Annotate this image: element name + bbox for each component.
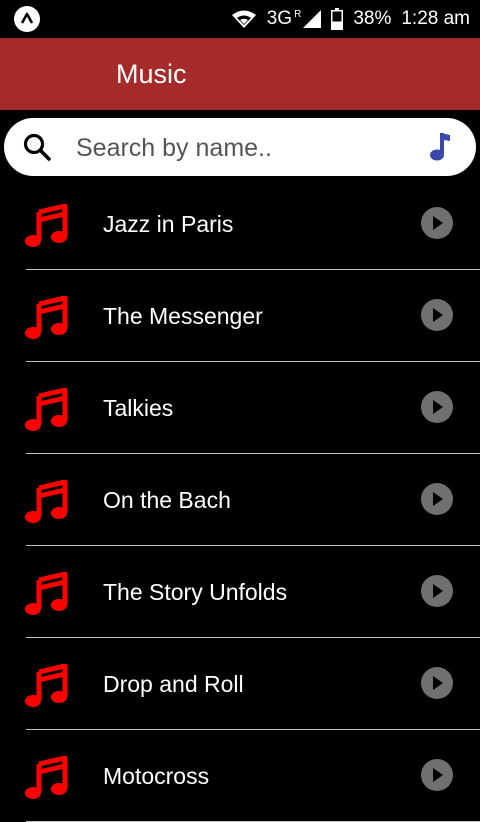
song-list: Jazz in Paris The Messenger Talkies On t… bbox=[0, 178, 480, 822]
signal-icon bbox=[303, 10, 322, 28]
music-note-icon bbox=[25, 664, 68, 707]
page-title: Music bbox=[116, 59, 187, 89]
music-note-icon bbox=[25, 296, 68, 339]
song-row[interactable]: Jazz in Paris bbox=[0, 178, 480, 270]
roaming-indicator: R bbox=[294, 8, 302, 20]
song-row[interactable]: The Messenger bbox=[0, 270, 480, 362]
network-type: 3G bbox=[266, 8, 293, 29]
song-title: On the Bach bbox=[103, 487, 231, 513]
music-note-icon bbox=[25, 204, 68, 247]
music-note-icon bbox=[25, 572, 68, 615]
song-title: Jazz in Paris bbox=[103, 211, 234, 237]
song-title: Talkies bbox=[103, 395, 174, 421]
play-icon[interactable] bbox=[421, 207, 453, 239]
music-note-icon bbox=[25, 480, 68, 523]
song-title: Motocross bbox=[103, 763, 210, 789]
play-icon[interactable] bbox=[421, 667, 453, 699]
battery-icon bbox=[331, 8, 344, 30]
wifi-icon bbox=[231, 10, 256, 28]
search-bar[interactable] bbox=[4, 118, 476, 176]
song-row[interactable]: Drop and Roll bbox=[0, 638, 480, 730]
search-icon[interactable] bbox=[22, 132, 52, 162]
network-indicator: 3G R bbox=[267, 8, 322, 30]
app-bar: Music bbox=[0, 38, 480, 110]
search-input[interactable] bbox=[74, 126, 408, 170]
clock: 1:28 am bbox=[401, 8, 470, 29]
play-icon[interactable] bbox=[421, 483, 453, 515]
song-row[interactable]: Motocross bbox=[0, 730, 480, 822]
music-note-icon bbox=[25, 756, 68, 799]
play-icon[interactable] bbox=[421, 299, 453, 331]
play-icon[interactable] bbox=[421, 575, 453, 607]
song-title: The Messenger bbox=[103, 303, 263, 329]
play-icon[interactable] bbox=[421, 391, 453, 423]
play-icon[interactable] bbox=[421, 759, 453, 791]
music-note-icon[interactable] bbox=[428, 131, 452, 163]
status-indicators: 3G R 38% 1:28 am bbox=[231, 0, 470, 38]
song-title: Drop and Roll bbox=[103, 671, 244, 697]
music-note-icon bbox=[25, 388, 68, 431]
song-row[interactable]: The Story Unfolds bbox=[0, 546, 480, 638]
app-launcher-icon bbox=[14, 6, 40, 32]
battery-percent: 38% bbox=[353, 8, 392, 29]
song-title: The Story Unfolds bbox=[103, 579, 288, 605]
song-row[interactable]: On the Bach bbox=[0, 454, 480, 546]
status-bar: 3G R 38% 1:28 am bbox=[0, 0, 480, 38]
song-row[interactable]: Talkies bbox=[0, 362, 480, 454]
